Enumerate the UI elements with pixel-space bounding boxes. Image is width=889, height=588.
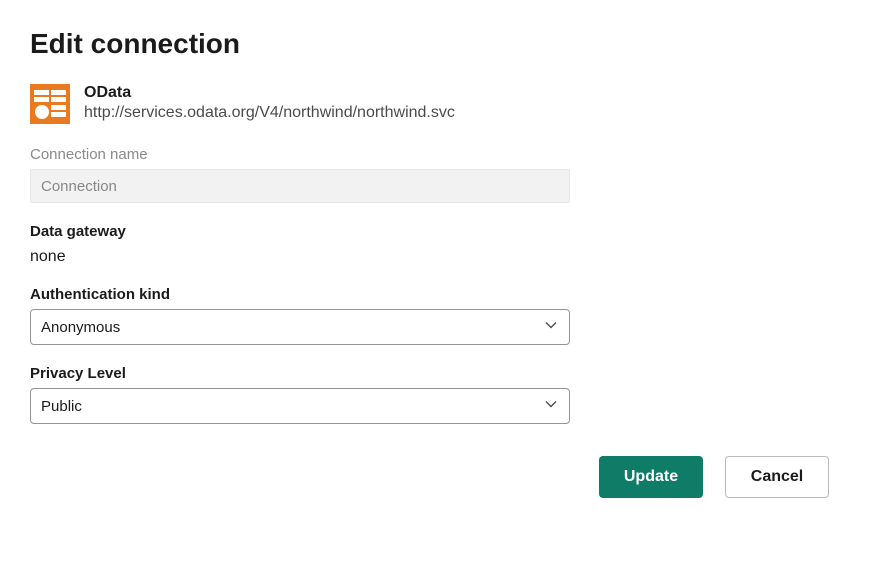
privacy-level-label: Privacy Level [30, 365, 570, 382]
authentication-kind-group: Authentication kind Anonymous [30, 286, 570, 345]
cancel-button[interactable]: Cancel [725, 456, 829, 498]
privacy-level-value: Public [41, 398, 82, 415]
connection-type: OData [84, 84, 455, 102]
connection-name-group: Connection name [30, 146, 570, 203]
authentication-kind-select[interactable]: Anonymous [30, 309, 570, 345]
privacy-level-group: Privacy Level Public [30, 365, 570, 424]
update-button[interactable]: Update [599, 456, 703, 498]
connection-name-label: Connection name [30, 146, 570, 163]
action-buttons: Update Cancel [30, 456, 859, 498]
data-gateway-value: none [30, 246, 570, 266]
authentication-kind-label: Authentication kind [30, 286, 570, 303]
connection-url: http://services.odata.org/V4/northwind/n… [84, 104, 455, 122]
authentication-kind-value: Anonymous [41, 319, 120, 336]
odata-table-icon [30, 84, 70, 124]
connection-name-input[interactable] [30, 169, 570, 203]
data-gateway-group: Data gateway none [30, 223, 570, 266]
connection-header: OData http://services.odata.org/V4/north… [30, 84, 859, 124]
privacy-level-select[interactable]: Public [30, 388, 570, 424]
data-gateway-label: Data gateway [30, 223, 570, 240]
page-title: Edit connection [30, 28, 859, 60]
